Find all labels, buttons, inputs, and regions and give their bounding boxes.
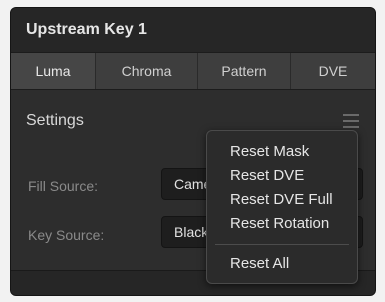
hamburger-menu-icon[interactable] <box>343 114 359 128</box>
reset-context-menu: Reset Mask Reset DVE Reset DVE Full Rese… <box>206 130 358 284</box>
menu-separator <box>215 244 349 245</box>
menu-item-reset-rotation[interactable]: Reset Rotation <box>230 215 329 232</box>
menu-item-reset-dve-full[interactable]: Reset DVE Full <box>230 191 333 208</box>
key-source-value: Black <box>174 224 209 240</box>
menu-item-reset-all[interactable]: Reset All <box>230 255 289 272</box>
fill-source-label: Fill Source: <box>28 178 99 194</box>
menu-item-reset-dve[interactable]: Reset DVE <box>230 167 304 184</box>
tab-chroma[interactable]: Chroma <box>96 53 198 89</box>
tab-luma[interactable]: Luma <box>11 53 96 89</box>
panel-title: Upstream Key 1 <box>26 21 147 38</box>
settings-heading: Settings <box>26 112 84 129</box>
tab-pattern[interactable]: Pattern <box>198 53 291 89</box>
menu-item-reset-mask[interactable]: Reset Mask <box>230 143 309 160</box>
tab-dve[interactable]: DVE <box>291 53 375 89</box>
tab-bar: Luma Chroma Pattern DVE <box>11 52 375 90</box>
panel-header[interactable]: Upstream Key 1 <box>11 8 375 52</box>
key-source-label: Key Source: <box>28 227 105 243</box>
